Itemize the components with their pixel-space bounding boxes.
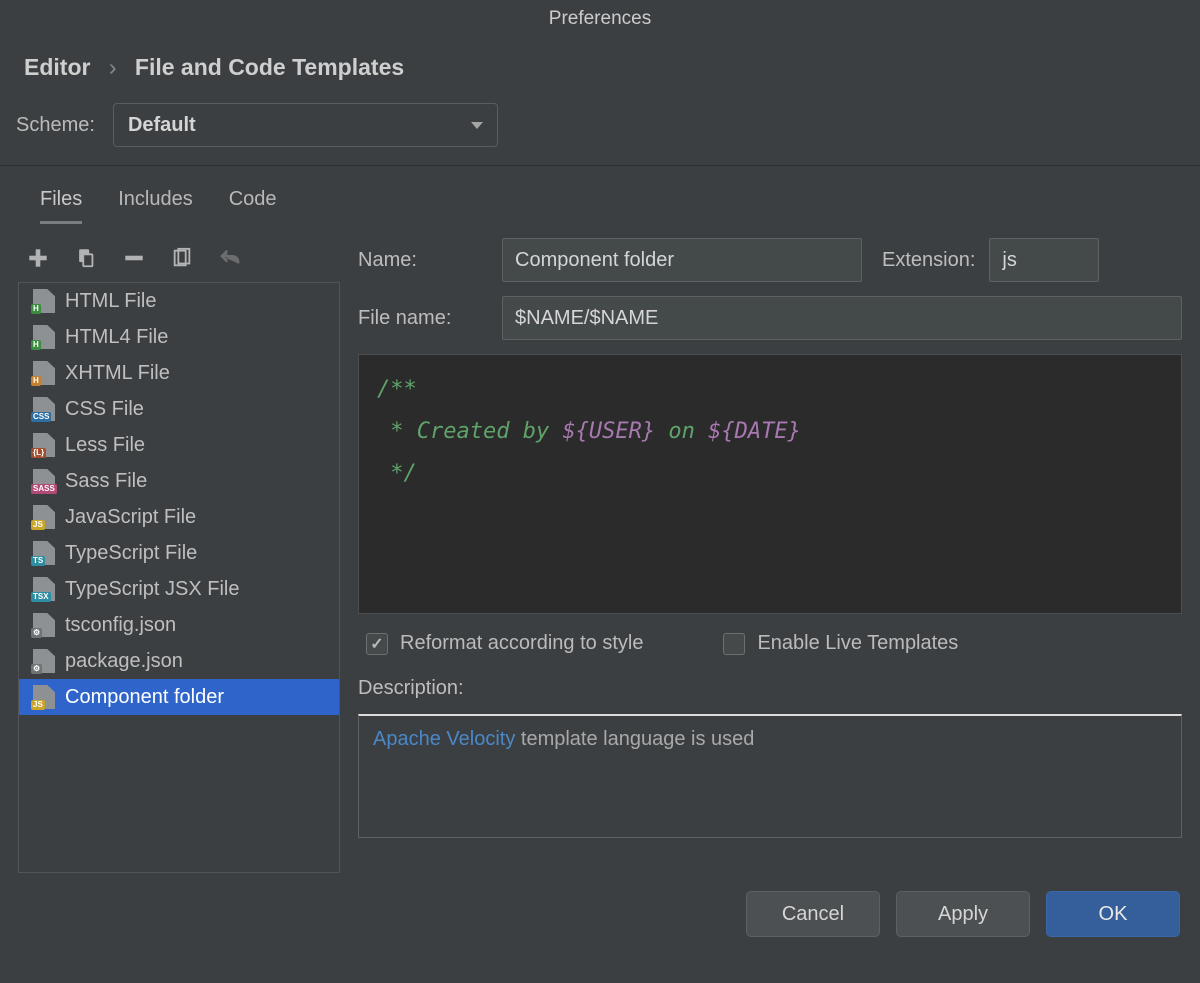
copy-template-button[interactable]: [72, 244, 100, 272]
ok-button[interactable]: OK: [1046, 891, 1180, 937]
file-icon: JS: [33, 685, 55, 709]
tab-files[interactable]: Files: [40, 188, 82, 224]
add-template-button[interactable]: [24, 244, 52, 272]
file-icon: TSX: [33, 577, 55, 601]
reformat-checkbox[interactable]: [366, 633, 388, 655]
template-item-label: Less File: [65, 434, 145, 457]
template-item-label: JavaScript File: [65, 506, 196, 529]
template-item[interactable]: JS JavaScript File: [19, 499, 339, 535]
file-icon: TS: [33, 541, 55, 565]
name-input[interactable]: [502, 238, 862, 282]
file-icon: {L}: [33, 433, 55, 457]
description-label: Description:: [358, 673, 1182, 700]
breadcrumb-root[interactable]: Editor: [24, 54, 90, 80]
template-item-label: TypeScript File: [65, 542, 197, 565]
tab-includes[interactable]: Includes: [118, 188, 193, 224]
remove-template-button[interactable]: [120, 244, 148, 272]
filename-input[interactable]: [502, 296, 1182, 340]
template-item[interactable]: ⚙ tsconfig.json: [19, 607, 339, 643]
cancel-button[interactable]: Cancel: [746, 891, 880, 937]
template-item-label: Component folder: [65, 686, 224, 709]
template-item-label: CSS File: [65, 398, 144, 421]
reformat-label: Reformat according to style: [400, 632, 643, 655]
scheme-dropdown[interactable]: Default: [113, 103, 498, 147]
file-icon: SASS: [33, 469, 55, 493]
live-templates-checkbox[interactable]: [723, 633, 745, 655]
template-item[interactable]: ⚙ package.json: [19, 643, 339, 679]
name-label: Name:: [358, 249, 488, 272]
template-item-label: package.json: [65, 650, 183, 673]
template-item-label: tsconfig.json: [65, 614, 176, 637]
file-icon: JS: [33, 505, 55, 529]
template-list[interactable]: H HTML File H HTML4 File H XHTML File CSS CSS F…: [18, 283, 340, 873]
file-icon: H: [33, 361, 55, 385]
undo-button: [216, 244, 244, 272]
file-icon: H: [33, 325, 55, 349]
description-box[interactable]: Apache Velocity template language is use…: [358, 714, 1182, 838]
code-editor[interactable]: /** * Created by ${USER} on ${DATE} */: [358, 354, 1182, 614]
template-item[interactable]: CSS CSS File: [19, 391, 339, 427]
template-item[interactable]: {L} Less File: [19, 427, 339, 463]
extension-label: Extension:: [882, 249, 975, 272]
duplicate-template-button[interactable]: [168, 244, 196, 272]
extension-input[interactable]: [989, 238, 1099, 282]
template-item-label: XHTML File: [65, 362, 170, 385]
apply-button[interactable]: Apply: [896, 891, 1030, 937]
template-item[interactable]: H HTML4 File: [19, 319, 339, 355]
template-item-label: TypeScript JSX File: [65, 578, 240, 601]
breadcrumb-sep-icon: ›: [109, 54, 117, 80]
live-templates-label: Enable Live Templates: [757, 632, 958, 655]
description-text: template language is used: [515, 728, 754, 750]
scheme-value: Default: [128, 114, 196, 137]
breadcrumb-leaf: File and Code Templates: [135, 54, 404, 80]
template-item-label: HTML4 File: [65, 326, 168, 349]
template-item[interactable]: H XHTML File: [19, 355, 339, 391]
template-item[interactable]: H HTML File: [19, 283, 339, 319]
breadcrumb: Editor › File and Code Templates: [0, 40, 1200, 99]
apache-velocity-link[interactable]: Apache Velocity: [373, 728, 515, 750]
template-item[interactable]: SASS Sass File: [19, 463, 339, 499]
filename-label: File name:: [358, 307, 488, 330]
file-icon: ⚙: [33, 613, 55, 637]
tab-code[interactable]: Code: [229, 188, 277, 224]
file-icon: ⚙: [33, 649, 55, 673]
scheme-label: Scheme:: [16, 114, 95, 137]
template-toolbar: [18, 238, 340, 283]
file-icon: CSS: [33, 397, 55, 421]
file-icon: H: [33, 289, 55, 313]
chevron-down-icon: [471, 122, 483, 129]
template-item[interactable]: JS Component folder: [19, 679, 339, 715]
template-item-label: Sass File: [65, 470, 147, 493]
template-item[interactable]: TSX TypeScript JSX File: [19, 571, 339, 607]
template-item[interactable]: TS TypeScript File: [19, 535, 339, 571]
window-title: Preferences: [0, 0, 1200, 40]
template-item-label: HTML File: [65, 290, 156, 313]
